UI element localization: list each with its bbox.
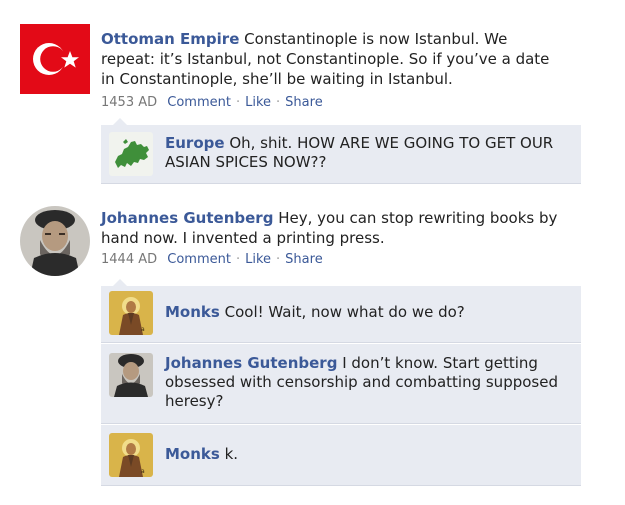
comment-text: k. (224, 445, 239, 463)
comment-body: Johannes Gutenberg I don’t know. Start g… (165, 354, 565, 411)
post-body: Johannes Gutenberg Hey, you can stop rew… (101, 208, 571, 248)
share-link[interactable]: Share (285, 252, 323, 267)
comment: a Monks k. (101, 425, 581, 486)
gutenberg-portrait-icon (20, 206, 90, 276)
post-meta: 1453 AD Comment · Like · Share (101, 95, 323, 110)
monk-icon: a (109, 433, 153, 477)
svg-text:a: a (141, 326, 145, 333)
comment: a Monks Cool! Wait, now what do we do? (101, 286, 581, 343)
comment-author[interactable]: Johannes Gutenberg (165, 354, 337, 372)
comment-text: Cool! Wait, now what do we do? (224, 303, 465, 321)
comment-author[interactable]: Monks (165, 303, 220, 321)
comment-body: Monks k. (165, 445, 565, 464)
turkish-flag-icon (20, 24, 90, 94)
europe-map-icon (109, 132, 153, 176)
comment: Johannes Gutenberg I don’t know. Start g… (101, 344, 581, 424)
avatar[interactable]: a (109, 433, 153, 477)
separator-dot: · (276, 95, 281, 110)
comment: Europe Oh, shit. HOW ARE WE GOING TO GET… (101, 125, 581, 184)
gutenberg-portrait-icon (109, 353, 153, 397)
share-link[interactable]: Share (285, 95, 323, 110)
post-date: 1453 AD (101, 95, 158, 110)
comment-author[interactable]: Monks (165, 445, 220, 463)
comment-author[interactable]: Europe (165, 134, 225, 152)
comment-body: Monks Cool! Wait, now what do we do? (165, 303, 565, 322)
post-meta: 1444 AD Comment · Like · Share (101, 252, 323, 267)
separator-dot: · (235, 95, 241, 110)
comment-body: Europe Oh, shit. HOW ARE WE GOING TO GET… (165, 134, 565, 172)
svg-text:a: a (141, 468, 145, 475)
comment-link[interactable]: Comment (167, 95, 231, 110)
post-author[interactable]: Ottoman Empire (101, 30, 239, 48)
like-link[interactable]: Like (245, 252, 271, 267)
comment-link[interactable]: Comment (167, 252, 231, 267)
separator-dot: · (235, 252, 241, 267)
avatar[interactable] (20, 24, 90, 94)
post-author[interactable]: Johannes Gutenberg (101, 209, 273, 227)
comment-arrow (113, 118, 127, 125)
post-date: 1444 AD (101, 252, 158, 267)
like-link[interactable]: Like (245, 95, 271, 110)
avatar[interactable] (109, 353, 153, 397)
post-body: Ottoman Empire Constantinople is now Ist… (101, 29, 561, 89)
avatar[interactable]: a (109, 291, 153, 335)
comment-arrow (113, 279, 127, 286)
separator-dot: · (276, 252, 281, 267)
avatar[interactable] (20, 206, 90, 276)
monk-icon: a (109, 291, 153, 335)
avatar[interactable] (109, 132, 153, 176)
